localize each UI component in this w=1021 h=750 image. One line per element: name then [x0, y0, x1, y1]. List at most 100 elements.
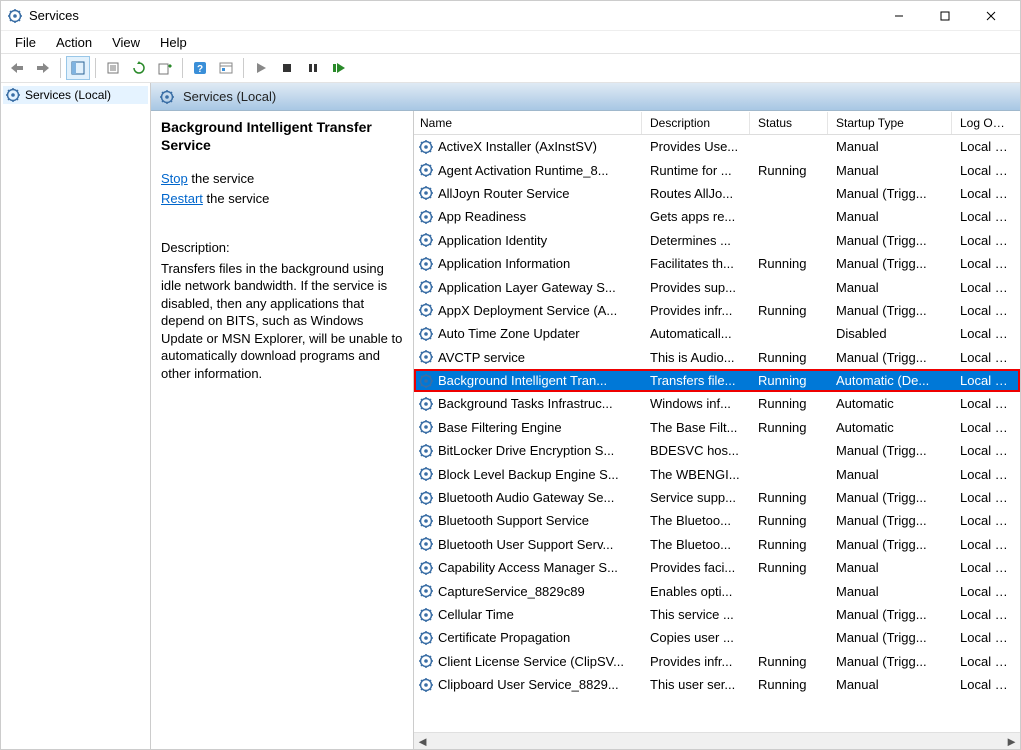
service-description: Routes AllJo...	[642, 186, 750, 201]
services-list[interactable]: ⌃ Name Description Status Startup Type L…	[413, 111, 1020, 749]
menu-action[interactable]: Action	[46, 32, 102, 53]
service-description: Gets apps re...	[642, 209, 750, 224]
col-header-description[interactable]: Description	[642, 112, 750, 134]
gear-icon	[418, 490, 434, 506]
service-row[interactable]: Bluetooth Support ServiceThe Bluetoo...R…	[414, 509, 1020, 532]
col-header-logon[interactable]: Log On A	[952, 112, 1016, 134]
scroll-right-icon[interactable]: ►	[1003, 733, 1020, 750]
service-row[interactable]: AppX Deployment Service (A...Provides in…	[414, 299, 1020, 322]
service-startup: Manual	[828, 560, 952, 575]
export-list-button[interactable]	[153, 56, 177, 80]
service-row[interactable]: Base Filtering EngineThe Base Filt...Run…	[414, 416, 1020, 439]
service-name: Bluetooth User Support Serv...	[438, 537, 613, 552]
service-row[interactable]: Clipboard User Service_8829...This user …	[414, 673, 1020, 696]
service-description: Provides Use...	[642, 139, 750, 154]
service-description: The Bluetoo...	[642, 513, 750, 528]
service-row[interactable]: Cellular TimeThis service ...Manual (Tri…	[414, 603, 1020, 626]
service-startup: Manual (Trigg...	[828, 233, 952, 248]
service-description: Automaticall...	[642, 326, 750, 341]
stop-service-button[interactable]	[275, 56, 299, 80]
restart-service-button[interactable]	[327, 56, 351, 80]
service-status: Running	[750, 560, 828, 575]
service-description: The WBENGI...	[642, 467, 750, 482]
service-row[interactable]: Certificate PropagationCopies user ...Ma…	[414, 626, 1020, 649]
content-heading: Services (Local)	[183, 89, 276, 104]
service-row[interactable]: CaptureService_8829c89Enables opti...Man…	[414, 579, 1020, 602]
menu-view[interactable]: View	[102, 32, 150, 53]
nav-back-button[interactable]	[5, 56, 29, 80]
service-logon: Local Ser	[952, 280, 1016, 295]
minimize-button[interactable]	[876, 1, 922, 31]
service-row[interactable]: Background Tasks Infrastruc...Windows in…	[414, 392, 1020, 415]
scroll-left-icon[interactable]: ◄	[414, 733, 431, 750]
start-service-button[interactable]	[249, 56, 273, 80]
service-row[interactable]: ActiveX Installer (AxInstSV)Provides Use…	[414, 135, 1020, 158]
horizontal-scrollbar[interactable]: ◄ ►	[414, 732, 1020, 749]
service-name: Background Tasks Infrastruc...	[438, 396, 613, 411]
stop-service-link[interactable]: Stop	[161, 171, 188, 186]
service-row[interactable]: BitLocker Drive Encryption S... BDESVC ho…	[414, 439, 1020, 462]
service-row[interactable]: Application Layer Gateway S...Provides s…	[414, 275, 1020, 298]
service-startup: Manual	[828, 467, 952, 482]
service-logon: Local Sys	[952, 537, 1016, 552]
service-row[interactable]: AVCTP serviceThis is Audio...RunningManu…	[414, 346, 1020, 369]
gear-icon	[418, 419, 434, 435]
service-startup: Automatic (De...	[828, 373, 952, 388]
refresh-button[interactable]	[127, 56, 151, 80]
service-row[interactable]: Application InformationFacilitates th...…	[414, 252, 1020, 275]
service-row[interactable]: Bluetooth Audio Gateway Se...Service sup…	[414, 486, 1020, 509]
nav-tree[interactable]: Services (Local)	[1, 83, 151, 749]
service-name-cell: BitLocker Drive Encryption S...	[414, 443, 642, 459]
service-description: BDESVC hos...	[642, 443, 750, 458]
col-header-startup[interactable]: Startup Type	[828, 112, 952, 134]
service-name: Application Identity	[438, 233, 547, 248]
service-name: BitLocker Drive Encryption S...	[438, 443, 614, 458]
service-name: Clipboard User Service_8829...	[438, 677, 619, 692]
menu-help[interactable]: Help	[150, 32, 197, 53]
app-gear-icon	[7, 8, 23, 24]
maximize-button[interactable]	[922, 1, 968, 31]
gear-icon	[418, 677, 434, 693]
service-row[interactable]: Application IdentityDetermines ...Manual…	[414, 229, 1020, 252]
nav-item-services-local[interactable]: Services (Local)	[3, 86, 148, 104]
show-hide-tree-button[interactable]	[66, 56, 90, 80]
service-name-cell: AVCTP service	[414, 349, 642, 365]
col-header-status[interactable]: Status	[750, 112, 828, 134]
filter-button[interactable]	[214, 56, 238, 80]
service-logon: Local Sys	[952, 256, 1016, 271]
menu-file[interactable]: File	[5, 32, 46, 53]
help-button[interactable]: ?	[188, 56, 212, 80]
service-row[interactable]: Agent Activation Runtime_8...Runtime for…	[414, 158, 1020, 181]
close-button[interactable]	[968, 1, 1014, 31]
service-description: Transfers file...	[642, 373, 750, 388]
service-startup: Manual (Trigg...	[828, 350, 952, 365]
service-row[interactable]: Auto Time Zone UpdaterAutomaticall...Dis…	[414, 322, 1020, 345]
service-row[interactable]: Background Intelligent Tran...Transfers …	[414, 369, 1020, 392]
service-status: Running	[750, 654, 828, 669]
service-name: Agent Activation Runtime_8...	[438, 163, 609, 178]
service-row[interactable]: Block Level Backup Engine S...The WBENGI…	[414, 462, 1020, 485]
nav-forward-button[interactable]	[31, 56, 55, 80]
service-row[interactable]: App ReadinessGets apps re...ManualLocal …	[414, 205, 1020, 228]
restart-service-link[interactable]: Restart	[161, 191, 203, 206]
pause-service-button[interactable]	[301, 56, 325, 80]
gear-icon	[418, 326, 434, 342]
gear-icon	[418, 302, 434, 318]
gear-icon	[5, 87, 21, 103]
service-name-cell: Block Level Backup Engine S...	[414, 466, 642, 482]
service-name-cell: Bluetooth User Support Serv...	[414, 536, 642, 552]
service-row[interactable]: Client License Service (ClipSV...Provide…	[414, 650, 1020, 673]
gear-icon	[418, 232, 434, 248]
service-row[interactable]: Bluetooth User Support Serv...The Blueto…	[414, 533, 1020, 556]
service-name-cell: Capability Access Manager S...	[414, 560, 642, 576]
service-row[interactable]: AllJoyn Router ServiceRoutes AllJo...Man…	[414, 182, 1020, 205]
service-startup: Manual	[828, 163, 952, 178]
gear-icon	[418, 139, 434, 155]
service-row[interactable]: Capability Access Manager S...Provides f…	[414, 556, 1020, 579]
service-name-cell: Background Intelligent Tran...	[414, 373, 642, 389]
col-header-name[interactable]: Name	[414, 112, 642, 134]
gear-icon	[418, 653, 434, 669]
service-description: Facilitates th...	[642, 256, 750, 271]
service-status: Running	[750, 256, 828, 271]
properties-button[interactable]	[101, 56, 125, 80]
